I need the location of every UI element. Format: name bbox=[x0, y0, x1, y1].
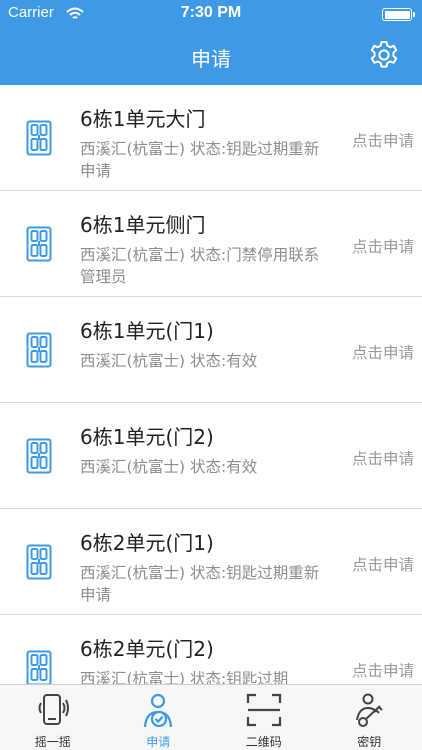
door-name: 6栋1单元(门1) bbox=[80, 319, 214, 343]
door-icon bbox=[26, 120, 52, 156]
door-status-info: 西溪汇(杭富士) 状态:有效 bbox=[80, 352, 258, 370]
key-icon bbox=[349, 690, 389, 730]
apply-link[interactable]: 点击申请 bbox=[352, 553, 414, 575]
door-name: 6栋1单元(门2) bbox=[80, 425, 214, 449]
door-status-info: 西溪汇(杭富士) 状态:钥匙过期重新申请 bbox=[80, 140, 320, 180]
tab-bar: 摇一摇 申请 二维码 密钥 bbox=[0, 684, 422, 750]
door-icon bbox=[26, 332, 52, 368]
clock-time: 7:30 PM bbox=[180, 4, 242, 21]
apply-link[interactable]: 点击申请 bbox=[352, 447, 414, 469]
page-title: 申请 bbox=[191, 47, 231, 71]
door-status-info: 西溪汇(杭富士) 状态:有效 bbox=[80, 458, 258, 476]
gear-icon[interactable] bbox=[368, 39, 400, 71]
tab-qr-code[interactable]: 二维码 bbox=[211, 685, 317, 750]
door-list-item[interactable]: 6栋1单元大门 西溪汇(杭富士) 状态:钥匙过期重新申请 点击申请 bbox=[0, 85, 422, 191]
door-name: 6栋1单元侧门 bbox=[80, 213, 206, 237]
door-status-info: 西溪汇(杭富士) 状态:钥匙过期 bbox=[80, 670, 289, 684]
qr-scan-icon bbox=[244, 690, 284, 730]
door-list-item[interactable]: 6栋1单元侧门 西溪汇(杭富士) 状态:门禁停用联系管理员 点击申请 bbox=[0, 191, 422, 297]
apply-link[interactable]: 点击申请 bbox=[352, 659, 414, 681]
door-list-item[interactable]: 6栋2单元(门2) 西溪汇(杭富士) 状态:钥匙过期 点击申请 bbox=[0, 615, 422, 684]
apply-link[interactable]: 点击申请 bbox=[352, 235, 414, 257]
door-status-info: 西溪汇(杭富士) 状态:钥匙过期重新申请 bbox=[80, 564, 320, 604]
tab-apply[interactable]: 申请 bbox=[106, 685, 212, 750]
navigation-bar: 申请 bbox=[0, 28, 422, 85]
door-icon bbox=[26, 438, 52, 474]
tab-label-shake: 摇一摇 bbox=[34, 735, 71, 749]
door-list-item[interactable]: 6栋2单元(门1) 西溪汇(杭富士) 状态:钥匙过期重新申请 点击申请 bbox=[0, 509, 422, 615]
door-icon bbox=[26, 650, 52, 684]
door-name: 6栋1单元大门 bbox=[80, 107, 206, 131]
status-bar: Carrier 7:30 PM bbox=[0, 0, 422, 28]
apply-link[interactable]: 点击申请 bbox=[352, 341, 414, 363]
door-list-item[interactable]: 6栋1单元(门1) 西溪汇(杭富士) 状态:有效 点击申请 bbox=[0, 297, 422, 403]
door-list: 6栋1单元大门 西溪汇(杭富士) 状态:钥匙过期重新申请 点击申请 6栋1单元侧… bbox=[0, 85, 422, 684]
door-name: 6栋2单元(门2) bbox=[80, 637, 214, 661]
battery-icon bbox=[382, 8, 415, 21]
apply-check-icon bbox=[138, 690, 178, 730]
shake-phone-icon bbox=[33, 690, 73, 730]
door-icon bbox=[26, 226, 52, 262]
tab-key[interactable]: 密钥 bbox=[317, 685, 422, 750]
battery-level-fill bbox=[384, 10, 410, 19]
door-status-info: 西溪汇(杭富士) 状态:门禁停用联系管理员 bbox=[80, 246, 320, 286]
door-list-item[interactable]: 6栋1单元(门2) 西溪汇(杭富士) 状态:有效 点击申请 bbox=[0, 403, 422, 509]
tab-shake[interactable]: 摇一摇 bbox=[0, 685, 106, 750]
door-icon bbox=[26, 544, 52, 580]
tab-label-key: 密钥 bbox=[357, 735, 382, 749]
tab-label-apply: 申请 bbox=[146, 735, 171, 749]
door-name: 6栋2单元(门1) bbox=[80, 531, 214, 555]
tab-label-qr-code: 二维码 bbox=[245, 735, 282, 749]
apply-link[interactable]: 点击申请 bbox=[352, 129, 414, 151]
